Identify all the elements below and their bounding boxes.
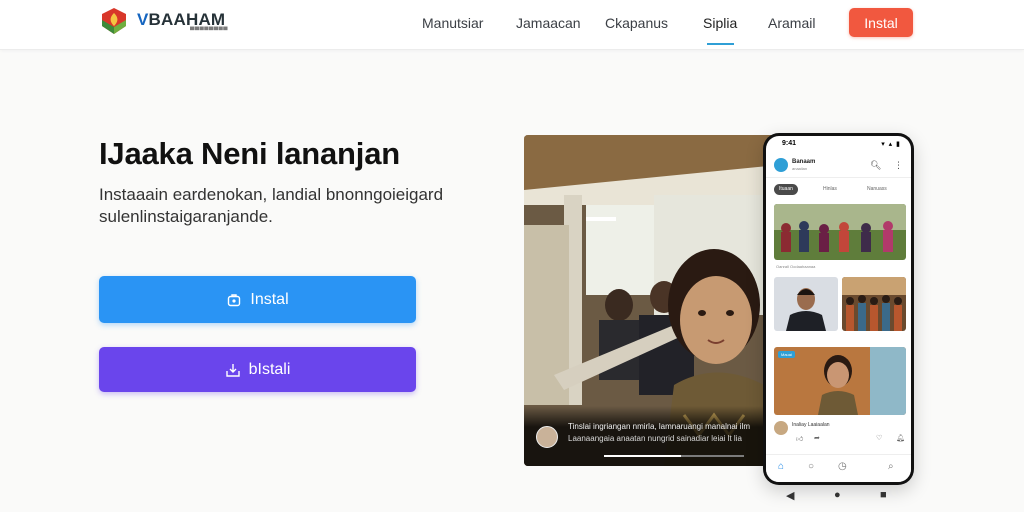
nav-item-2[interactable]: Jamaacan	[516, 15, 581, 31]
video-progress-fill	[604, 455, 681, 457]
video-meta-1: Oanrall Oodaahaanaa	[776, 264, 816, 269]
video-caption-overlay: Tinslai ingriangan nmirla, lamnaruangi m…	[524, 406, 778, 466]
post-title: Inaliay Laaiaalan	[792, 422, 830, 428]
video-thumbnail-1[interactable]	[774, 204, 906, 260]
hero-title: IJaaka Neni lananjan	[99, 136, 400, 171]
primary-install-label: Instal	[250, 290, 289, 308]
post-actions: 👍︎ ➦ ♡ 🔔︎	[792, 434, 905, 444]
nav-item-3[interactable]: Ckapanus	[605, 15, 668, 31]
audience-image	[842, 277, 906, 331]
video-caption-line-2: Laanaangaia anaatan nungrid sainadiar le…	[568, 434, 742, 443]
phone-screen: 9:41 ▾ ▴ ▮ Banaam anaaiian 🔍︎ ⋮ Ituaan H…	[766, 136, 911, 482]
active-nav-indicator	[707, 43, 734, 45]
top-navigation-bar: VBAAHAM ▀▀▀▀▀▀▀▀ Manutsiar Jamaacan Ckap…	[0, 0, 1024, 50]
nav-item-1[interactable]: Manutsiar	[422, 15, 483, 31]
recents-icon[interactable]: ■	[880, 489, 887, 501]
video-progress-bar[interactable]	[604, 455, 744, 457]
video-caption-line-1: Tinslai ingriangan nmirla, lamnaruangi m…	[568, 422, 751, 431]
home-circle-icon[interactable]: ●	[834, 489, 841, 501]
brand-wordmark: BAAHAM	[148, 10, 226, 29]
signal-battery-icon: ▾ ▴ ▮	[881, 141, 901, 148]
status-time: 9:41	[782, 140, 797, 147]
primary-install-button[interactable]: Instal	[99, 276, 416, 323]
home-icon[interactable]: ⌂	[778, 461, 784, 472]
history-icon[interactable]: ◷	[838, 461, 847, 472]
thumbnail-badge: Mauai	[778, 351, 795, 358]
category-chips: Ituaan Hinlas Nanuass	[774, 184, 904, 196]
header-install-button[interactable]: Instal	[849, 8, 913, 37]
like-icon[interactable]: 👍︎	[796, 434, 803, 443]
explore-icon[interactable]: ○	[808, 461, 814, 472]
secondary-install-button[interactable]: bIstali	[99, 347, 416, 392]
video-thumbnail-4[interactable]: Mauai	[774, 347, 906, 415]
video-thumbnail-2[interactable]	[774, 277, 838, 331]
download-tray-icon	[225, 363, 240, 377]
status-bar: 9:41 ▾ ▴ ▮	[766, 136, 911, 152]
hero-description: Instaaain eardenokan, landial bnonngoiei…	[99, 185, 444, 226]
chip-2[interactable]: Hinlas	[818, 184, 842, 195]
phone-bottom-nav: ⌂ ○ ◷ ⌕	[766, 454, 911, 482]
phone-mockup: 9:41 ▾ ▴ ▮ Banaam anaaiian 🔍︎ ⋮ Ituaan H…	[763, 133, 914, 485]
brand-name[interactable]: VBAAHAM	[137, 10, 225, 30]
brand-logo-icon[interactable]	[100, 7, 128, 35]
back-icon[interactable]: ◀	[786, 489, 794, 502]
more-options-icon[interactable]: ⋮	[894, 160, 903, 171]
search-icon[interactable]: 🔍︎	[870, 160, 881, 171]
video-player[interactable]: Tinslai ingriangan nmirla, lamnaruangi m…	[524, 135, 778, 466]
app-header: Banaam anaaiian 🔍︎ ⋮	[766, 154, 911, 178]
secondary-install-label: bIstali	[248, 360, 291, 378]
nav-item-5[interactable]: Aramail	[768, 15, 815, 31]
app-subtitle: anaaiian	[792, 166, 808, 171]
app-icon	[228, 293, 241, 306]
person-portrait-image	[774, 277, 838, 331]
share-icon[interactable]: ➦	[814, 434, 820, 442]
nav-item-4-active[interactable]: Siplia	[703, 15, 737, 31]
app-name: Banaam	[792, 159, 816, 165]
crowd-image	[774, 204, 906, 260]
brand-prefix: V	[137, 10, 149, 29]
app-logo-icon[interactable]	[774, 158, 788, 172]
chip-3[interactable]: Nanuass	[862, 184, 892, 195]
video-thumbnail-3[interactable]	[842, 277, 906, 331]
search-tab-icon[interactable]: ⌕	[888, 461, 894, 472]
notification-icon[interactable]: 🔔︎	[896, 434, 905, 442]
post-author-avatar[interactable]	[774, 421, 788, 435]
post-row[interactable]: Inaliay Laaiaalan 👍︎ ➦ ♡ 🔔︎	[774, 418, 905, 458]
brand-tagline: ▀▀▀▀▀▀▀▀	[190, 28, 229, 34]
channel-avatar[interactable]	[536, 426, 558, 448]
chip-1[interactable]: Ituaan	[774, 184, 798, 195]
android-system-nav: ◀ ● ■	[780, 489, 900, 505]
bookmark-icon[interactable]: ♡	[876, 434, 882, 442]
